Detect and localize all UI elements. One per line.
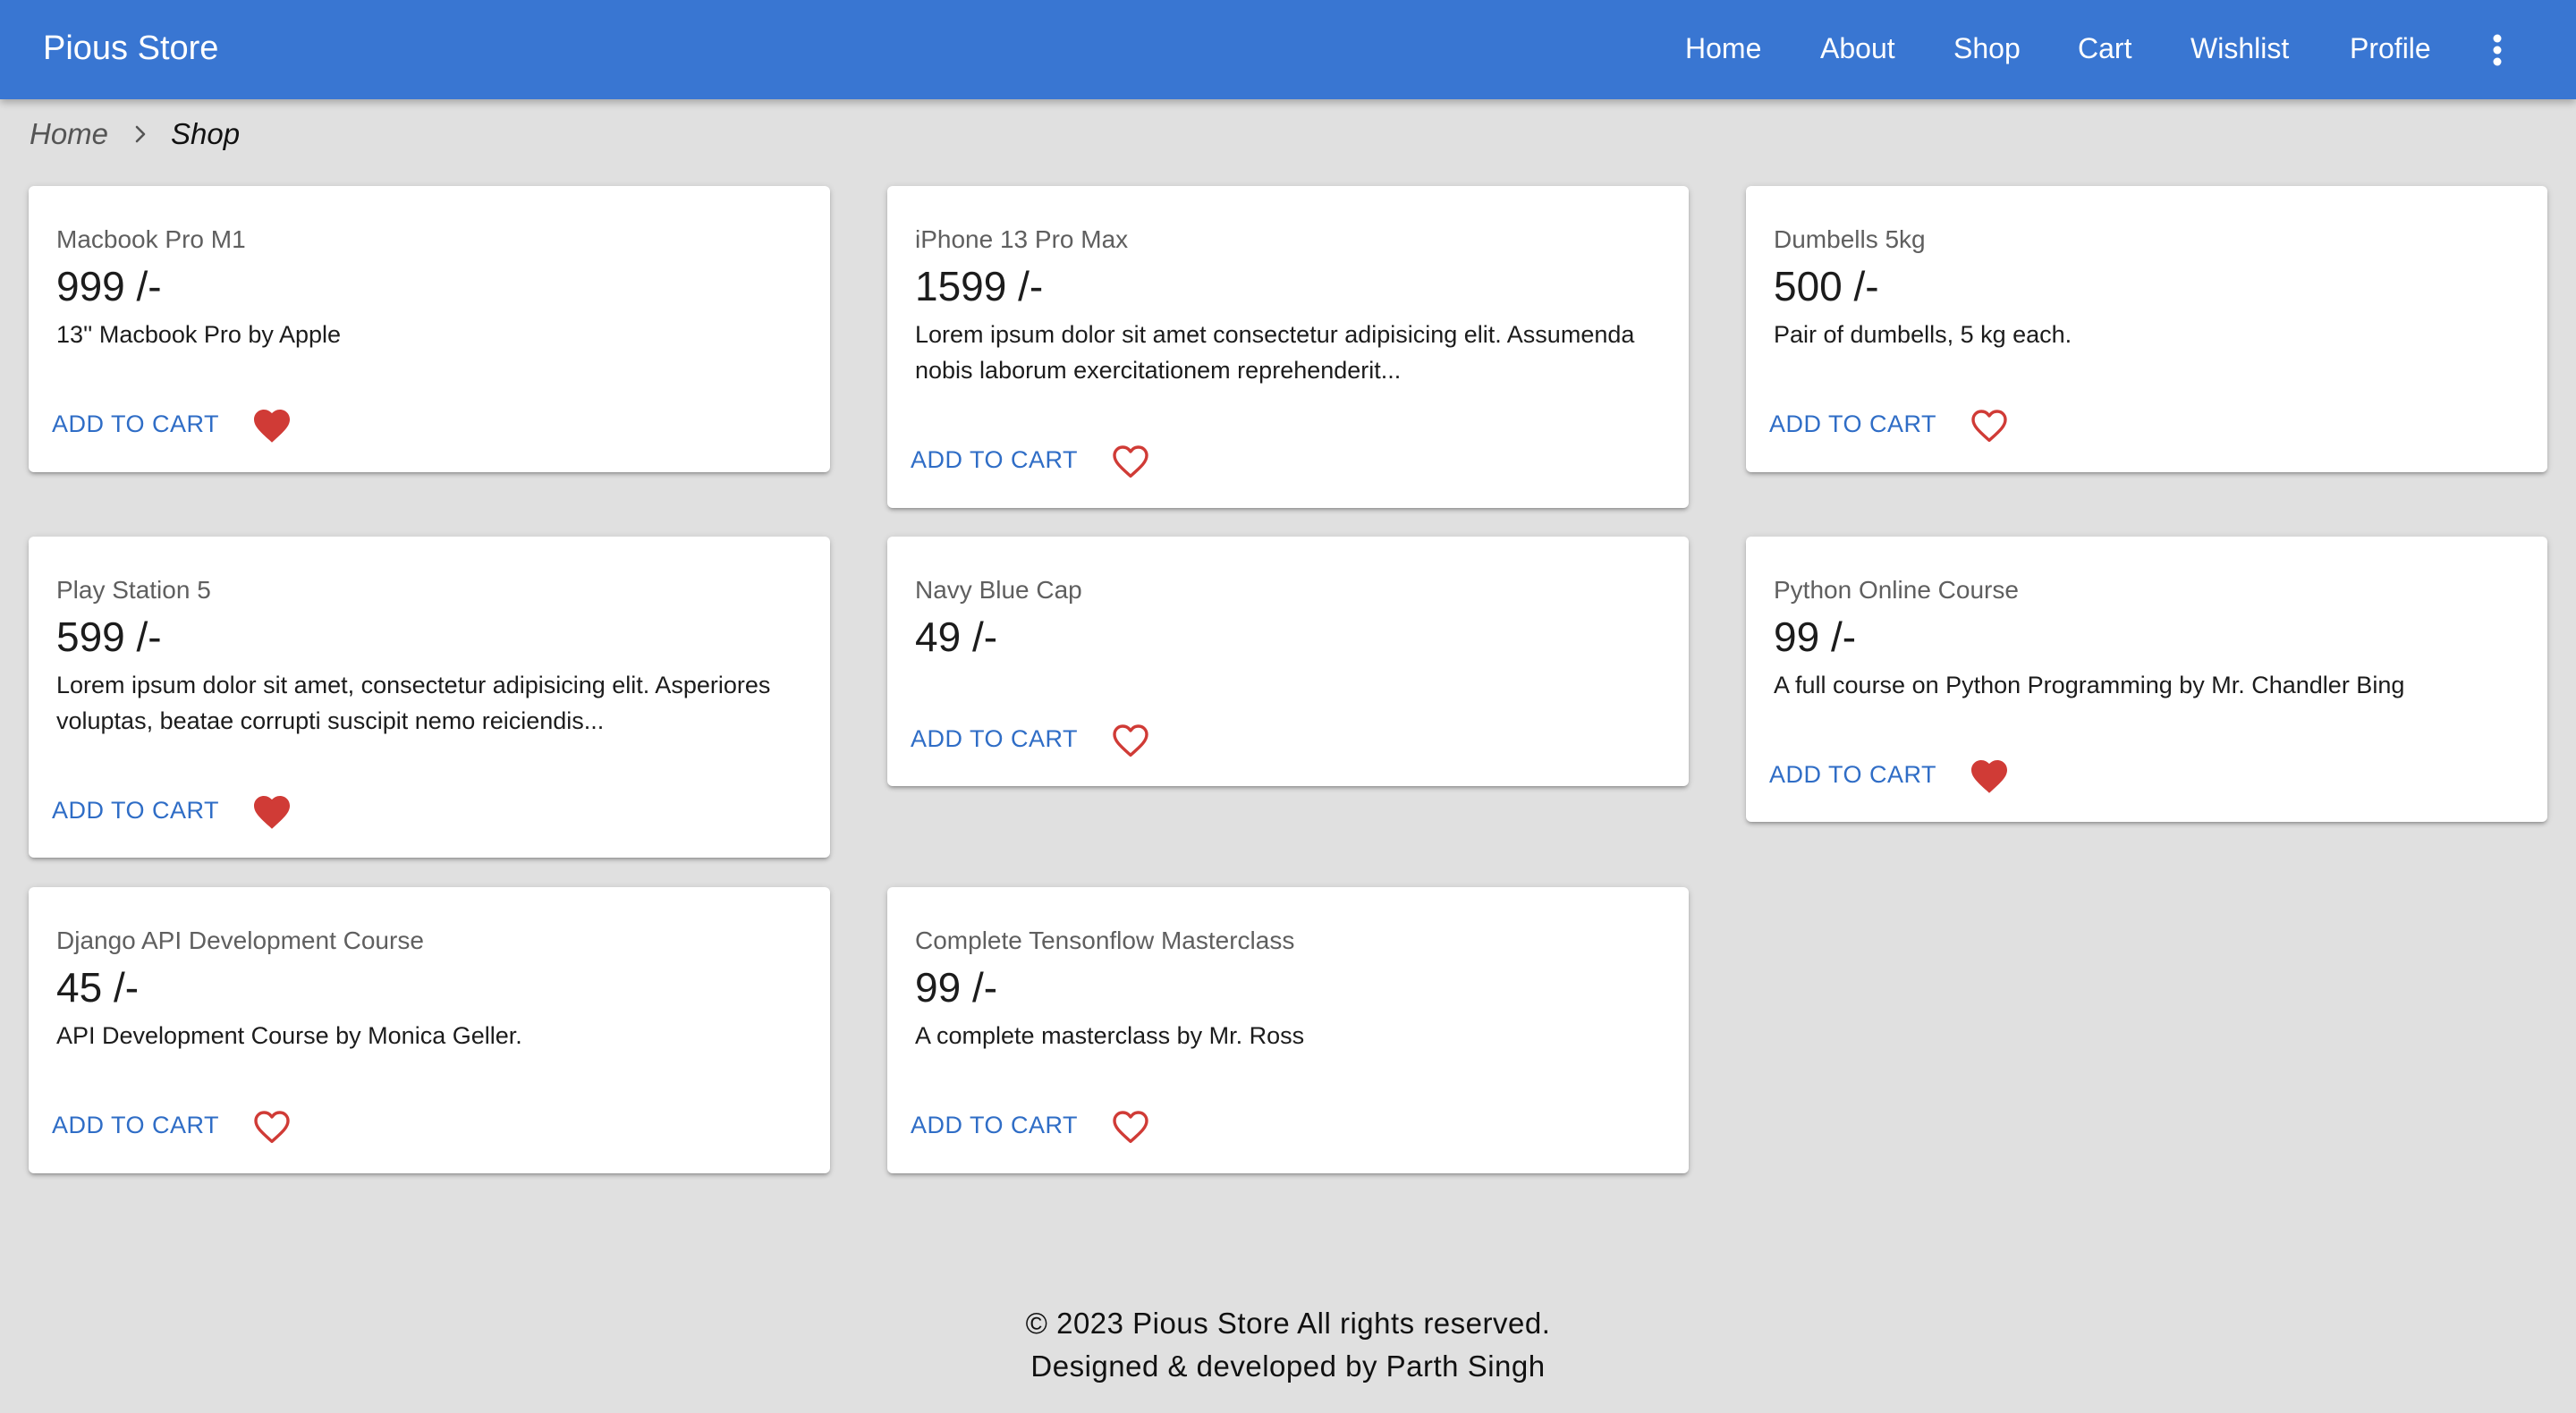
breadcrumb-home[interactable]: Home [30, 114, 108, 154]
product-name: Django API Development Course [56, 926, 424, 954]
nav-about[interactable]: About [1820, 29, 1895, 68]
more-vertical-icon [2493, 34, 2502, 66]
product-description: A complete masterclass by Mr. Ross [915, 1022, 1305, 1049]
product-description: Lorem ipsum dolor sit amet, consectetur … [56, 672, 771, 734]
product-card: Navy Blue Cap 49 /- ADD TO CART [887, 537, 1689, 786]
product-card: Complete Tensonflow Masterclass 99 /- A … [887, 887, 1689, 1173]
product-description: 13'' Macbook Pro by Apple [56, 321, 342, 348]
more-menu-button[interactable] [2479, 27, 2515, 73]
product-name: Complete Tensonflow Masterclass [915, 926, 1295, 954]
heart-outline-icon[interactable] [250, 1105, 293, 1148]
product-price: 99 /- [915, 964, 998, 1011]
heart-icon[interactable] [1968, 755, 2011, 798]
add-to-cart-button[interactable]: ADD TO CART [52, 1107, 219, 1143]
product-price: 99 /- [1774, 613, 1857, 660]
nav-cart[interactable]: Cart [2078, 29, 2131, 68]
product-description: A full course on Python Programming by M… [1774, 672, 2405, 698]
product-price: 999 /- [56, 263, 162, 309]
product-price: 500 /- [1774, 263, 1879, 309]
product-description: Pair of dumbells, 5 kg each. [1774, 321, 2072, 348]
product-price: 45 /- [56, 964, 140, 1011]
add-to-cart-button[interactable]: ADD TO CART [52, 406, 219, 442]
credits-text: Designed & developed by Parth Singh [1030, 1350, 1546, 1383]
add-to-cart-button[interactable]: ADD TO CART [911, 1107, 1078, 1143]
product-card: Django API Development Course 45 /- API … [29, 887, 830, 1173]
footer: © 2023 Pious Store All rights reserved. … [0, 1302, 2576, 1388]
heart-outline-icon[interactable] [1109, 1105, 1152, 1148]
product-name: iPhone 13 Pro Max [915, 225, 1129, 253]
nav-home[interactable]: Home [1685, 29, 1761, 68]
product-name: Python Online Course [1774, 576, 2019, 604]
product-card: Macbook Pro M1 999 /- 13'' Macbook Pro b… [29, 186, 830, 472]
product-name: Dumbells 5kg [1774, 225, 1926, 253]
add-to-cart-button[interactable]: ADD TO CART [1769, 406, 1936, 442]
heart-icon[interactable] [250, 404, 293, 447]
add-to-cart-button[interactable]: ADD TO CART [52, 792, 219, 828]
product-price: 49 /- [915, 613, 998, 660]
product-name: Macbook Pro M1 [56, 225, 246, 253]
app-bar: Pious Store Home About Shop Cart Wishlis… [0, 0, 2576, 99]
nav-profile[interactable]: Profile [2350, 29, 2431, 68]
product-name: Navy Blue Cap [915, 576, 1082, 604]
product-card: Dumbells 5kg 500 /- Pair of dumbells, 5 … [1746, 186, 2547, 472]
add-to-cart-button[interactable]: ADD TO CART [911, 442, 1078, 478]
heart-outline-icon[interactable] [1109, 440, 1152, 483]
nav-wishlist[interactable]: Wishlist [2190, 29, 2289, 68]
heart-outline-icon[interactable] [1109, 719, 1152, 762]
nav-shop[interactable]: Shop [1953, 29, 2021, 68]
heart-icon[interactable] [250, 791, 293, 833]
product-card: iPhone 13 Pro Max 1599 /- Lorem ipsum do… [887, 186, 1689, 508]
product-card: Python Online Course 99 /- A full course… [1746, 537, 2547, 822]
product-name: Play Station 5 [56, 576, 211, 604]
product-price: 1599 /- [915, 263, 1044, 309]
heart-outline-icon[interactable] [1968, 404, 2011, 447]
brand-title[interactable]: Pious Store [43, 27, 218, 70]
product-description: API Development Course by Monica Geller. [56, 1022, 522, 1049]
add-to-cart-button[interactable]: ADD TO CART [911, 721, 1078, 757]
chevron-right-icon [135, 125, 146, 143]
product-price: 599 /- [56, 613, 162, 660]
product-card: Play Station 5 599 /- Lorem ipsum dolor … [29, 537, 830, 858]
copyright-text: © 2023 Pious Store All rights reserved. [1025, 1307, 1551, 1340]
add-to-cart-button[interactable]: ADD TO CART [1769, 757, 1936, 792]
breadcrumb-current: Shop [171, 117, 241, 150]
product-description: Lorem ipsum dolor sit amet consectetur a… [915, 321, 1635, 384]
